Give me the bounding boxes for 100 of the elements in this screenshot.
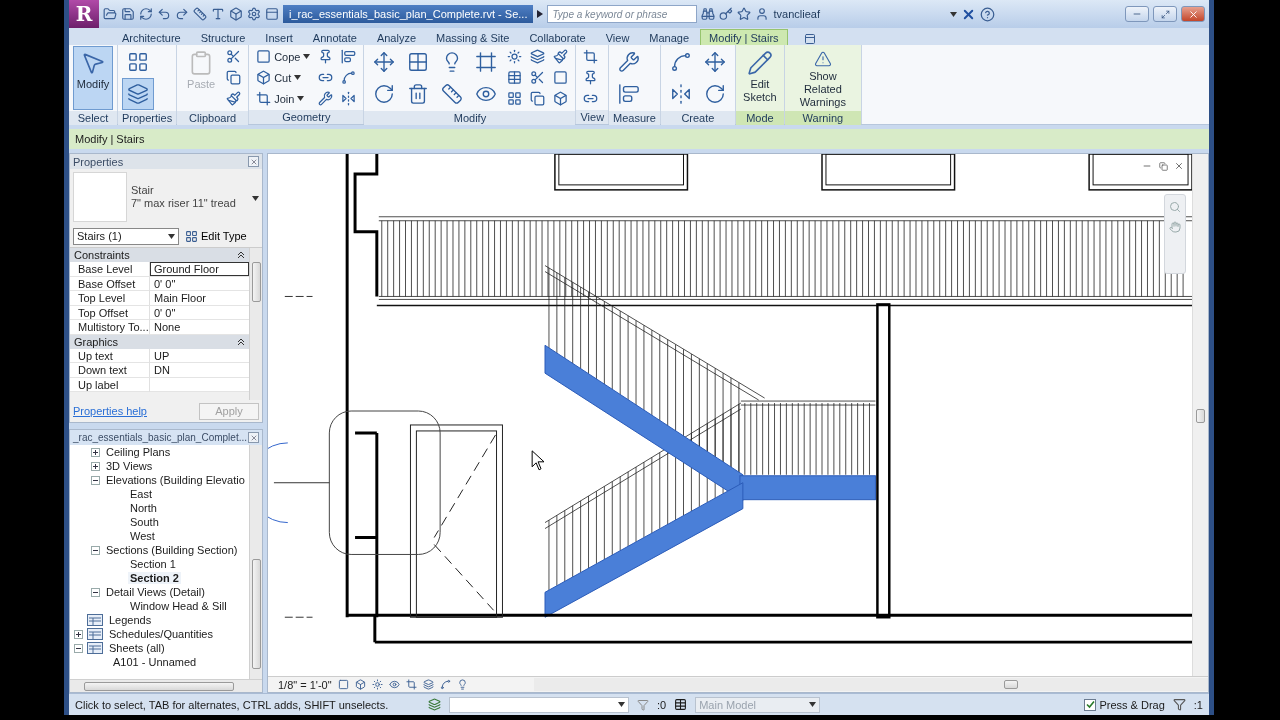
tool-button[interactable]: Modify <box>73 46 113 110</box>
user-name[interactable]: tvanclieaf <box>773 8 820 20</box>
ribbon-tab[interactable]: View <box>596 29 639 45</box>
copy-icon <box>226 70 242 85</box>
binoculars-icon[interactable] <box>701 7 716 21</box>
property-value[interactable]: None <box>150 320 249 334</box>
tool-button[interactable]: Show Related Warnings <box>788 46 857 110</box>
property-value[interactable]: 0' 0" <box>150 305 249 320</box>
group-header[interactable]: Constraints <box>70 248 249 262</box>
tree-item[interactable]: Section 2 <box>128 572 181 584</box>
table-icon[interactable] <box>674 698 688 711</box>
scrollbar[interactable] <box>1192 154 1208 676</box>
folder-icon[interactable] <box>103 7 117 21</box>
property-value[interactable]: DN <box>150 363 249 377</box>
minimize-button[interactable] <box>1125 6 1149 22</box>
tree-item[interactable]: Sections (Building Section) <box>104 544 240 556</box>
lightbulb-icon[interactable] <box>456 679 468 690</box>
ribbon-tab[interactable]: Modify | Stairs <box>700 29 788 45</box>
tree-item[interactable]: Sheets (all) <box>107 642 167 654</box>
ribbon-tab[interactable]: Analyze <box>367 29 426 45</box>
tree-item[interactable]: West <box>128 530 157 542</box>
tree-item[interactable]: Ceiling Plans <box>104 446 173 458</box>
star-icon[interactable] <box>737 7 752 21</box>
scrollbar[interactable] <box>70 679 262 692</box>
ribbon-tab[interactable]: Massing & Site <box>427 29 519 45</box>
ribbon-tab[interactable]: Annotate <box>303 29 366 45</box>
undo-icon[interactable] <box>157 7 171 21</box>
panel-label: Properties <box>118 111 177 125</box>
tool-button[interactable]: Cut <box>253 67 314 88</box>
press-drag-checkbox[interactable]: Press & Drag <box>1084 698 1165 711</box>
panel-icon[interactable] <box>803 33 816 45</box>
maximize-button[interactable] <box>1153 6 1177 22</box>
layers-icon[interactable] <box>422 679 434 690</box>
tool-button[interactable]: Cope <box>253 46 314 67</box>
cube-icon[interactable] <box>354 679 366 690</box>
tree-item[interactable]: Window Head & Sill <box>128 600 229 612</box>
close-button[interactable] <box>248 432 259 443</box>
tree-item[interactable]: East <box>128 488 154 500</box>
collapse-icon[interactable] <box>237 337 245 346</box>
tool-button[interactable]: Edit Sketch <box>739 46 780 110</box>
collapse-icon[interactable] <box>74 643 83 653</box>
property-value[interactable]: UP <box>150 348 249 363</box>
collapse-icon[interactable] <box>91 587 100 597</box>
sync-icon[interactable] <box>139 7 153 21</box>
redo-icon[interactable] <box>175 7 189 21</box>
close-button[interactable] <box>248 156 259 167</box>
help-link[interactable]: Properties help <box>73 405 147 417</box>
edit-type-button[interactable]: Edit Type <box>185 229 247 243</box>
tree-item[interactable]: Legends <box>107 614 154 626</box>
window-icon[interactable] <box>265 7 279 21</box>
square-icon[interactable] <box>337 679 349 690</box>
filter-icon[interactable] <box>1172 698 1186 711</box>
ribbon-tab[interactable]: Collaborate <box>520 29 595 45</box>
app-logo[interactable]: R <box>69 0 99 28</box>
restore-button[interactable] <box>1156 160 1170 172</box>
tree-item[interactable]: Section 1 <box>128 558 178 570</box>
property-value[interactable]: Ground Floor <box>150 262 249 276</box>
ribbon-tab[interactable]: Architecture <box>113 29 190 45</box>
search-field[interactable]: Type a keyword or phrase <box>547 5 698 23</box>
help-icon[interactable] <box>980 6 995 22</box>
expand-icon[interactable] <box>91 447 100 457</box>
scrollbar[interactable] <box>249 248 262 400</box>
scrollbar[interactable] <box>533 678 1208 691</box>
ribbon-tab[interactable]: Insert <box>256 29 302 45</box>
tree-item[interactable]: Elevations (Building Elevatio <box>104 474 247 486</box>
property-value[interactable]: 0' 0" <box>150 276 249 291</box>
expand-icon[interactable] <box>74 629 83 639</box>
tree-item[interactable]: Detail Views (Detail) <box>104 586 207 598</box>
tree-item[interactable]: South <box>128 516 161 528</box>
tree-item[interactable]: North <box>128 502 159 514</box>
text-icon[interactable] <box>211 7 225 21</box>
scrollbar[interactable] <box>249 445 262 679</box>
cube-icon[interactable] <box>229 7 243 21</box>
tool-button[interactable] <box>122 78 154 110</box>
key-icon[interactable] <box>719 7 734 21</box>
instance-dropdown[interactable]: Stairs (1) <box>73 227 179 245</box>
sun-icon[interactable] <box>371 679 383 690</box>
expand-icon[interactable] <box>91 461 100 471</box>
collapse-icon[interactable] <box>91 475 100 485</box>
close-button[interactable] <box>1181 6 1205 22</box>
crop-icon[interactable] <box>405 679 417 690</box>
square-icon <box>256 49 272 64</box>
scale-label[interactable]: 1/8" = 1'-0" <box>278 678 332 691</box>
property-value[interactable]: Main Floor <box>150 291 249 305</box>
grid-icon <box>407 51 430 73</box>
ribbon-tab[interactable]: Manage <box>640 29 699 45</box>
collapse-icon[interactable] <box>91 545 100 555</box>
collapse-icon[interactable] <box>237 251 245 259</box>
tree-item[interactable]: 3D Views <box>104 460 155 472</box>
tool-button[interactable]: Join <box>253 88 314 109</box>
ruler-icon[interactable] <box>193 7 207 21</box>
ribbon-tab[interactable]: Structure <box>191 29 255 45</box>
gear-icon[interactable] <box>247 7 261 21</box>
curve-icon[interactable] <box>439 679 451 690</box>
eye-icon[interactable] <box>388 679 400 690</box>
layers-icon[interactable] <box>428 698 441 711</box>
tree-item[interactable]: A101 - Unnamed <box>111 656 199 668</box>
save-icon[interactable] <box>121 7 135 21</box>
tree-item[interactable]: Schedules/Quantities <box>107 628 215 640</box>
restore-icon <box>1158 161 1168 171</box>
